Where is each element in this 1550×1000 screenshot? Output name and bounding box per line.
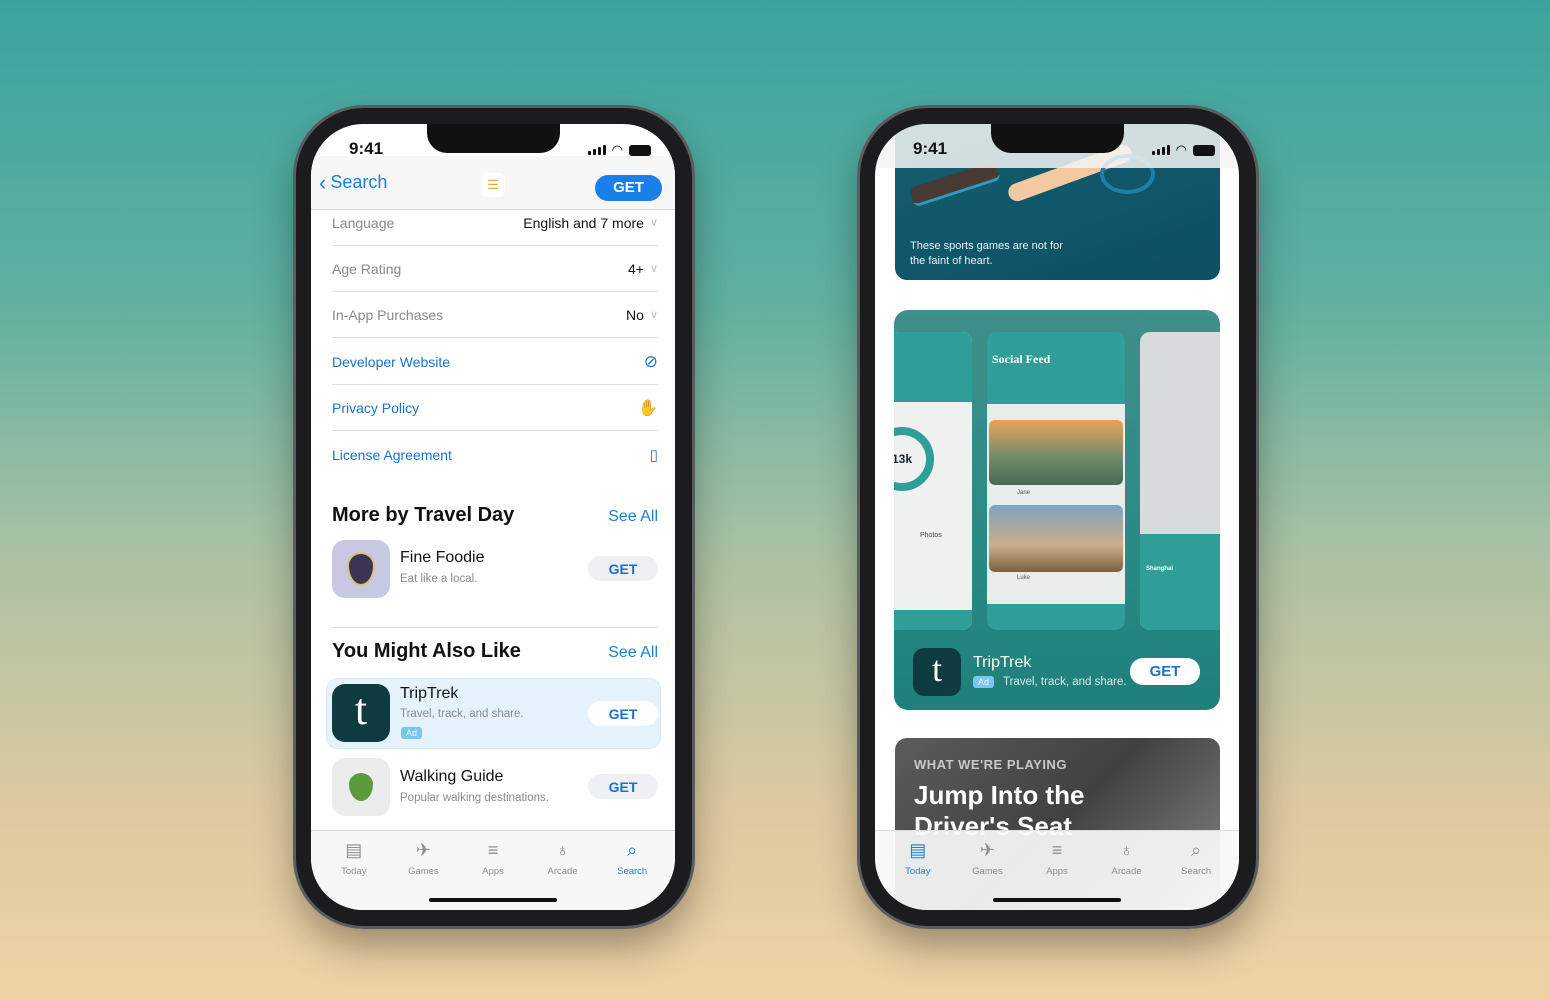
chevron-down-icon: ∨ [649, 309, 658, 321]
wifi-icon: ◠ [1175, 142, 1187, 157]
back-label: Search [330, 172, 388, 192]
back-button[interactable]: ‹ Search [319, 169, 388, 195]
get-button[interactable]: GET [588, 556, 658, 581]
search-icon: ⌕ [627, 840, 638, 860]
card-eyebrow: WHAT WE'RE PLAYING [914, 757, 1067, 772]
tab-label: Arcade [1111, 866, 1142, 877]
info-row-in-app-purchases[interactable]: In-App Purchases No ∨ [332, 292, 658, 338]
ad-badge: Ad [401, 727, 423, 739]
app-name[interactable]: Walking Guide [400, 768, 503, 786]
section-title: More by Travel Day [332, 504, 515, 526]
right-phone: 9:41 ◠ These sports games are not for the… [860, 108, 1256, 926]
license-agreement-link[interactable]: License Agreement ▯ [332, 432, 658, 478]
joystick-icon: ♁ [1119, 840, 1134, 860]
layers-icon: ≡ [487, 840, 499, 860]
tab-label: Arcade [547, 866, 578, 877]
tab-today[interactable]: ▤ Today [888, 831, 948, 910]
app-screenshot-social-feed: Social Feed Jane Luke [987, 332, 1125, 630]
link-label: License Agreement [332, 447, 452, 463]
layers-icon: ≡ [1051, 840, 1063, 860]
tab-label: Apps [1046, 866, 1068, 877]
compass-icon: ⊘ [643, 351, 658, 371]
tab-search[interactable]: ⌕ Search [602, 831, 662, 910]
divider [332, 627, 658, 628]
see-all-link[interactable]: See All [608, 644, 658, 662]
row-label: In-App Purchases [332, 306, 444, 323]
get-button[interactable]: GET [1130, 658, 1200, 685]
app-subtitle: Travel, track, and share. [400, 708, 524, 720]
battery-icon [629, 144, 651, 156]
left-phone: 9:41 ◠ ‹ Search ☰ GET Language English an… [296, 108, 692, 926]
tab-label: Search [617, 866, 648, 877]
battery-icon [1193, 144, 1215, 156]
rocket-icon: ✈ [415, 840, 431, 860]
app-name[interactable]: TripTrek [973, 654, 1031, 672]
get-button[interactable]: GET [595, 175, 662, 201]
notch [427, 124, 560, 153]
get-button[interactable]: GET [588, 701, 658, 726]
developer-website-link[interactable]: Developer Website ⊘ [332, 339, 658, 385]
status-time: 9:41 [349, 139, 384, 158]
see-all-link[interactable]: See All [608, 508, 658, 526]
app-screenshot-profile: 13k Photos [894, 332, 972, 630]
tab-today[interactable]: ▤ Today [324, 831, 384, 910]
joystick-icon: ♁ [555, 840, 570, 860]
app-name[interactable]: TripTrek [400, 685, 458, 703]
link-label: Privacy Policy [332, 399, 420, 416]
app-screenshot-map: Shanghai [1140, 332, 1220, 630]
rocket-icon: ✈ [979, 840, 995, 860]
today-icon: ▤ [345, 840, 363, 860]
privacy-policy-link[interactable]: Privacy Policy ✋ [332, 385, 658, 431]
triptrek-icon[interactable]: t [913, 648, 961, 696]
home-indicator [993, 898, 1121, 902]
status-time: 9:41 [913, 139, 948, 158]
app-subtitle: Travel, track, and share. [1003, 676, 1127, 688]
document-icon: ▯ [649, 447, 658, 464]
triptrek-ad-card[interactable]: 13k Photos Social Feed Jane Luke Shangha… [894, 310, 1220, 710]
row-value: 4+ [627, 260, 644, 277]
info-row-language[interactable]: Language English and 7 more ∨ [332, 200, 658, 246]
tab-label: Search [1181, 866, 1212, 877]
section-title: You Might Also Like [332, 640, 521, 662]
chevron-down-icon: ∨ [649, 217, 658, 229]
ad-badge: Ad [973, 676, 995, 688]
app-subtitle: Popular walking destinations. [400, 792, 549, 804]
get-button[interactable]: GET [588, 774, 658, 799]
today-icon: ▤ [909, 840, 927, 860]
home-indicator [429, 898, 557, 902]
signal-icon [1151, 145, 1170, 155]
tab-label: Today [341, 866, 367, 877]
checklist-icon: ☰ [481, 173, 505, 197]
wifi-icon: ◠ [611, 142, 623, 157]
app-detail-screen: 9:41 ◠ ‹ Search ☰ GET Language English an… [311, 124, 675, 910]
status-icons: ◠ [587, 142, 651, 158]
walking-guide-icon[interactable] [332, 758, 390, 816]
triptrek-icon[interactable]: t [332, 684, 390, 742]
tab-label: Games [408, 866, 439, 877]
row-value: No [626, 306, 644, 323]
search-icon: ⌕ [1191, 840, 1202, 860]
info-row-age-rating[interactable]: Age Rating 4+ ∨ [332, 246, 658, 292]
card-caption: These sports games are not for the faint … [910, 240, 1063, 267]
app-name[interactable]: Fine Foodie [400, 549, 485, 567]
app-subtitle: Eat like a local. [400, 573, 478, 585]
row-label: Age Rating [332, 260, 402, 277]
tab-label: Apps [482, 866, 504, 877]
hand-icon: ✋ [638, 399, 658, 417]
today-screen: 9:41 ◠ These sports games are not for the… [875, 124, 1239, 910]
tab-label: Today [905, 866, 931, 877]
status-icons: ◠ [1151, 142, 1215, 158]
row-value: English and 7 more [523, 214, 644, 231]
tab-label: Games [972, 866, 1003, 877]
chevron-left-icon: ‹ [319, 169, 327, 195]
chevron-down-icon: ∨ [649, 263, 658, 275]
tab-search[interactable]: ⌕ Search [1166, 831, 1226, 910]
row-label: Language [332, 214, 395, 231]
notch [991, 124, 1124, 153]
fine-foodie-icon[interactable] [332, 540, 390, 598]
link-label: Developer Website [332, 353, 451, 370]
signal-icon [587, 145, 606, 155]
